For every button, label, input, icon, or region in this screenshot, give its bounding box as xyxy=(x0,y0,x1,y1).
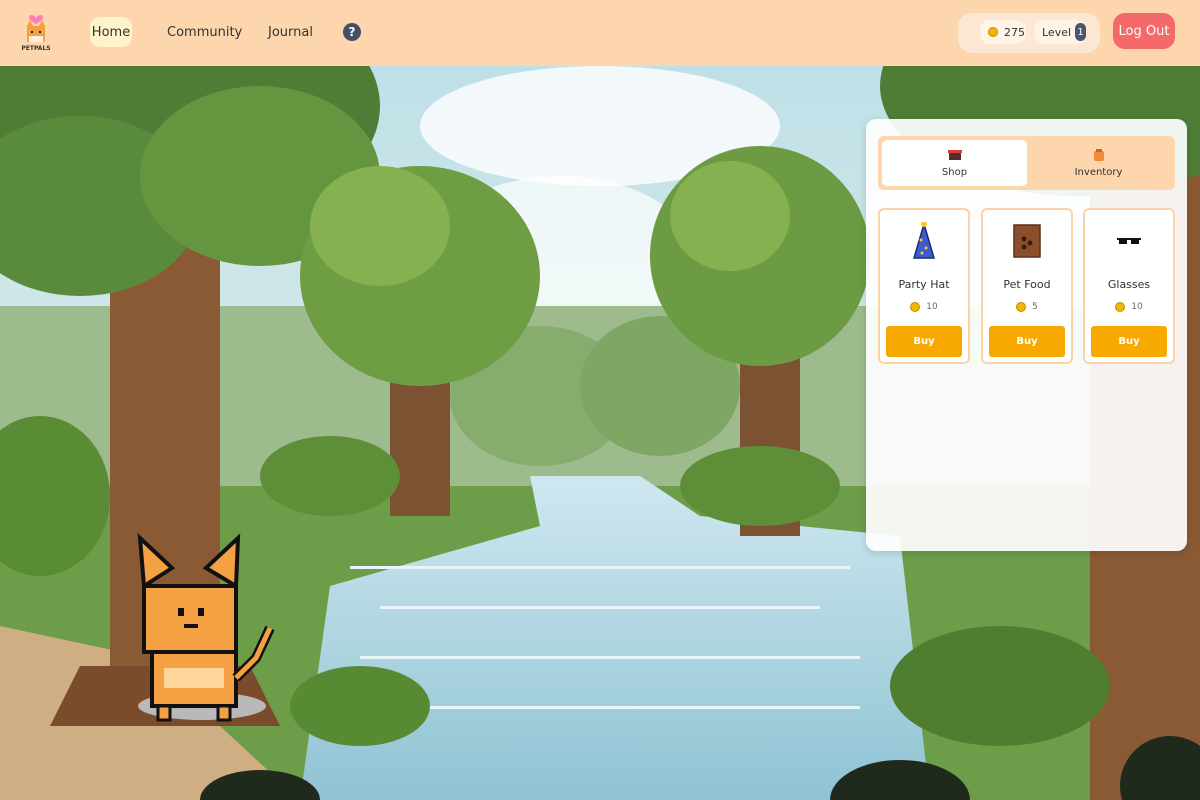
pet-food-icon xyxy=(983,220,1071,262)
shop-icon xyxy=(947,149,962,160)
shop-item-card: Party Hat 10 Buy xyxy=(878,208,970,364)
coin-icon xyxy=(1016,302,1027,312)
item-name: Glasses xyxy=(1107,278,1151,291)
level-value: 1 xyxy=(1075,23,1086,41)
nav-community[interactable]: Community xyxy=(167,17,242,47)
top-bar: PETPALS Home Community Journal ? 275 Lev… xyxy=(0,0,1200,66)
nav-journal[interactable]: Journal xyxy=(268,17,313,47)
party-hat-icon xyxy=(880,220,968,262)
glasses-icon xyxy=(1085,220,1173,262)
panel-tabs: Shop Inventory xyxy=(878,136,1175,190)
item-price-value: 5 xyxy=(1032,302,1038,312)
item-price: 10 xyxy=(880,302,968,312)
item-price-value: 10 xyxy=(1131,302,1143,312)
item-price: 5 xyxy=(983,302,1071,312)
buy-button[interactable]: Buy xyxy=(886,326,962,357)
shop-panel: Shop Inventory Party Hat 10 Buy Pet Food… xyxy=(866,119,1187,551)
shop-item-card: Pet Food 5 Buy xyxy=(981,208,1073,364)
coin-icon xyxy=(910,302,921,312)
tab-inventory-label: Inventory xyxy=(1074,166,1123,178)
tab-shop-label: Shop xyxy=(941,166,968,178)
item-name: Party Hat xyxy=(898,278,950,291)
pet-cat[interactable] xyxy=(110,528,290,738)
buy-button[interactable]: Buy xyxy=(1091,326,1167,357)
coin-counter: 275 xyxy=(980,20,1026,44)
shop-item-card: Glasses 10 Buy xyxy=(1083,208,1175,364)
tab-shop[interactable]: Shop xyxy=(882,140,1027,186)
logout-button[interactable]: Log Out xyxy=(1113,13,1175,49)
logo-text: PETPALS xyxy=(21,45,51,52)
backpack-icon xyxy=(1093,148,1104,161)
coin-icon xyxy=(1115,302,1126,312)
item-name: Pet Food xyxy=(1003,278,1051,291)
item-price: 10 xyxy=(1085,302,1173,312)
level-label: Level xyxy=(1042,25,1072,39)
help-icon[interactable]: ? xyxy=(343,23,361,41)
level-indicator: Level 1 xyxy=(1034,20,1086,44)
buy-button[interactable]: Buy xyxy=(989,326,1065,357)
coin-icon xyxy=(988,27,998,37)
nav-home[interactable]: Home xyxy=(90,17,132,47)
coin-count: 275 xyxy=(1004,25,1025,39)
item-price-value: 10 xyxy=(926,302,938,312)
petpals-logo[interactable]: PETPALS xyxy=(18,8,54,56)
tab-inventory[interactable]: Inventory xyxy=(1026,140,1171,186)
